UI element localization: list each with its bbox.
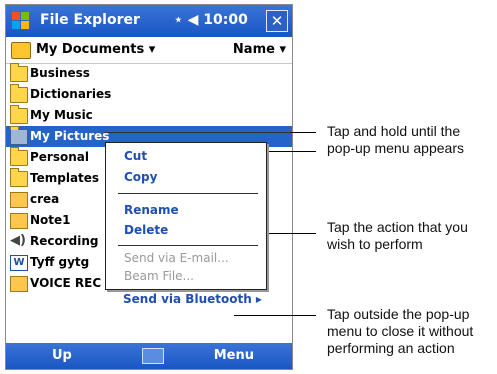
menu-divider <box>118 193 258 194</box>
folder-selector[interactable]: My Documents ▾ <box>36 42 155 57</box>
app-title: File Explorer <box>40 12 140 28</box>
note-icon <box>10 276 28 292</box>
list-item[interactable]: My Music <box>6 105 292 126</box>
title-bar: File Explorer ⋆ ◀ 10:00 ✕ <box>6 5 292 37</box>
menu-item-cut[interactable]: Cut <box>124 149 147 163</box>
list-item[interactable]: Dictionaries <box>6 84 292 105</box>
status-indicators[interactable]: ⋆ ◀ 10:00 <box>174 12 248 28</box>
pictures-folder-icon <box>10 126 28 145</box>
folder-header: My Documents ▾ Name ▾ <box>6 37 292 64</box>
folder-icon <box>10 63 28 82</box>
windows-start-icon[interactable] <box>12 12 30 30</box>
menu-item-rename[interactable]: Rename <box>124 203 179 217</box>
up-button[interactable]: Up <box>52 348 72 363</box>
list-item[interactable]: Business <box>6 63 292 84</box>
folder-icon <box>10 84 28 103</box>
annotation-3: Tap outside the pop-up menu to close it … <box>327 306 474 356</box>
annotation-2: Tap the action that you wish to perform <box>327 219 468 252</box>
menu-item-copy[interactable]: Copy <box>124 170 157 184</box>
callout-line <box>290 132 316 133</box>
keyboard-icon[interactable] <box>142 348 164 364</box>
menu-item-send-email: Send via E-mail... <box>124 251 229 265</box>
folder-icon <box>10 105 28 124</box>
callout-line <box>234 315 316 316</box>
folder-icon <box>10 168 28 187</box>
folder-icon <box>10 147 28 166</box>
note-icon <box>10 213 28 229</box>
bottom-bar: Up Menu <box>6 343 292 369</box>
folder-icon <box>11 42 31 59</box>
menu-button[interactable]: Menu <box>214 348 254 363</box>
menu-item-delete[interactable]: Delete <box>124 223 168 237</box>
menu-divider <box>118 245 258 246</box>
sort-selector[interactable]: Name ▾ <box>233 42 286 57</box>
word-document-icon: W <box>10 255 28 271</box>
menu-item-send-bluetooth[interactable]: Send via Bluetooth ▸ <box>123 292 262 306</box>
menu-item-beam-file: Beam File... <box>124 269 194 283</box>
context-menu: Cut Copy Rename Delete Send via E-mail..… <box>105 142 267 290</box>
note-icon <box>10 192 28 208</box>
annotation-1: Tap and hold until the pop-up menu appea… <box>327 123 464 156</box>
callout-line <box>104 132 290 133</box>
close-button[interactable]: ✕ <box>266 10 288 32</box>
speaker-icon: ◀) <box>10 233 26 248</box>
